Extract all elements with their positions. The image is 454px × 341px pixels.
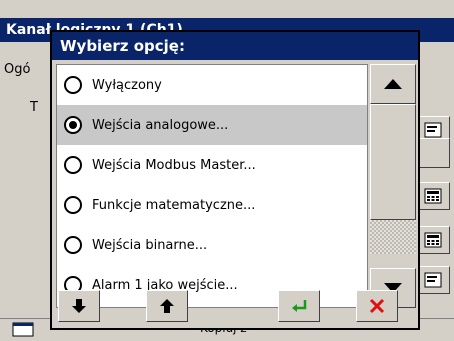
option-item[interactable]: Funkcje matematyczne...	[57, 185, 367, 225]
arrow-down-icon	[72, 299, 86, 313]
calculator-button[interactable]	[416, 182, 450, 210]
config-button-2[interactable]	[416, 266, 450, 294]
option-label: Wyłączony	[92, 77, 162, 93]
option-item[interactable]: Wejścia Modbus Master...	[57, 145, 367, 185]
option-label: Funkcje matematyczne...	[92, 197, 256, 213]
arrow-up-icon	[160, 299, 174, 313]
option-label: Wejścia analogowe...	[92, 117, 229, 133]
move-down-button[interactable]	[58, 290, 100, 322]
cancel-button[interactable]	[356, 290, 398, 322]
close-icon	[369, 298, 385, 314]
radio-button-checked[interactable]	[64, 116, 82, 134]
radio-button[interactable]	[64, 196, 82, 214]
window-icon	[12, 322, 34, 337]
select-option-dialog: Wybierz opcję: Wyłączony Wejścia analogo…	[50, 30, 420, 330]
calculator-icon	[424, 188, 442, 204]
radio-button[interactable]	[64, 236, 82, 254]
scrollbar-thumb[interactable]	[370, 104, 416, 220]
config-icon	[424, 272, 442, 288]
config-icon	[424, 122, 442, 138]
scroll-up-button[interactable]	[370, 64, 416, 104]
option-label: Wejścia Modbus Master...	[92, 157, 256, 173]
option-item[interactable]: Wejścia binarne...	[57, 225, 367, 265]
calculator-button-2[interactable]	[416, 226, 450, 254]
calculator-icon	[424, 232, 442, 248]
background-button[interactable]	[416, 138, 450, 168]
option-item[interactable]: Wyłączony	[57, 65, 367, 105]
dialog-title: Wybierz opcję:	[52, 32, 418, 60]
radio-button[interactable]	[64, 156, 82, 174]
options-list: Wyłączony Wejścia analogowe... Wejścia M…	[56, 64, 368, 308]
radio-button[interactable]	[64, 76, 82, 94]
ok-button[interactable]	[278, 290, 320, 322]
option-item-selected[interactable]: Wejścia analogowe...	[57, 105, 367, 145]
enter-icon	[292, 300, 307, 312]
option-label: Wejścia binarne...	[92, 237, 208, 253]
move-up-button[interactable]	[146, 290, 188, 322]
vertical-scrollbar[interactable]	[370, 64, 416, 308]
background-field-label: T	[30, 100, 38, 115]
option-item[interactable]: Alarm 1 jako wejście...	[57, 265, 367, 305]
triangle-up-icon	[384, 79, 402, 89]
